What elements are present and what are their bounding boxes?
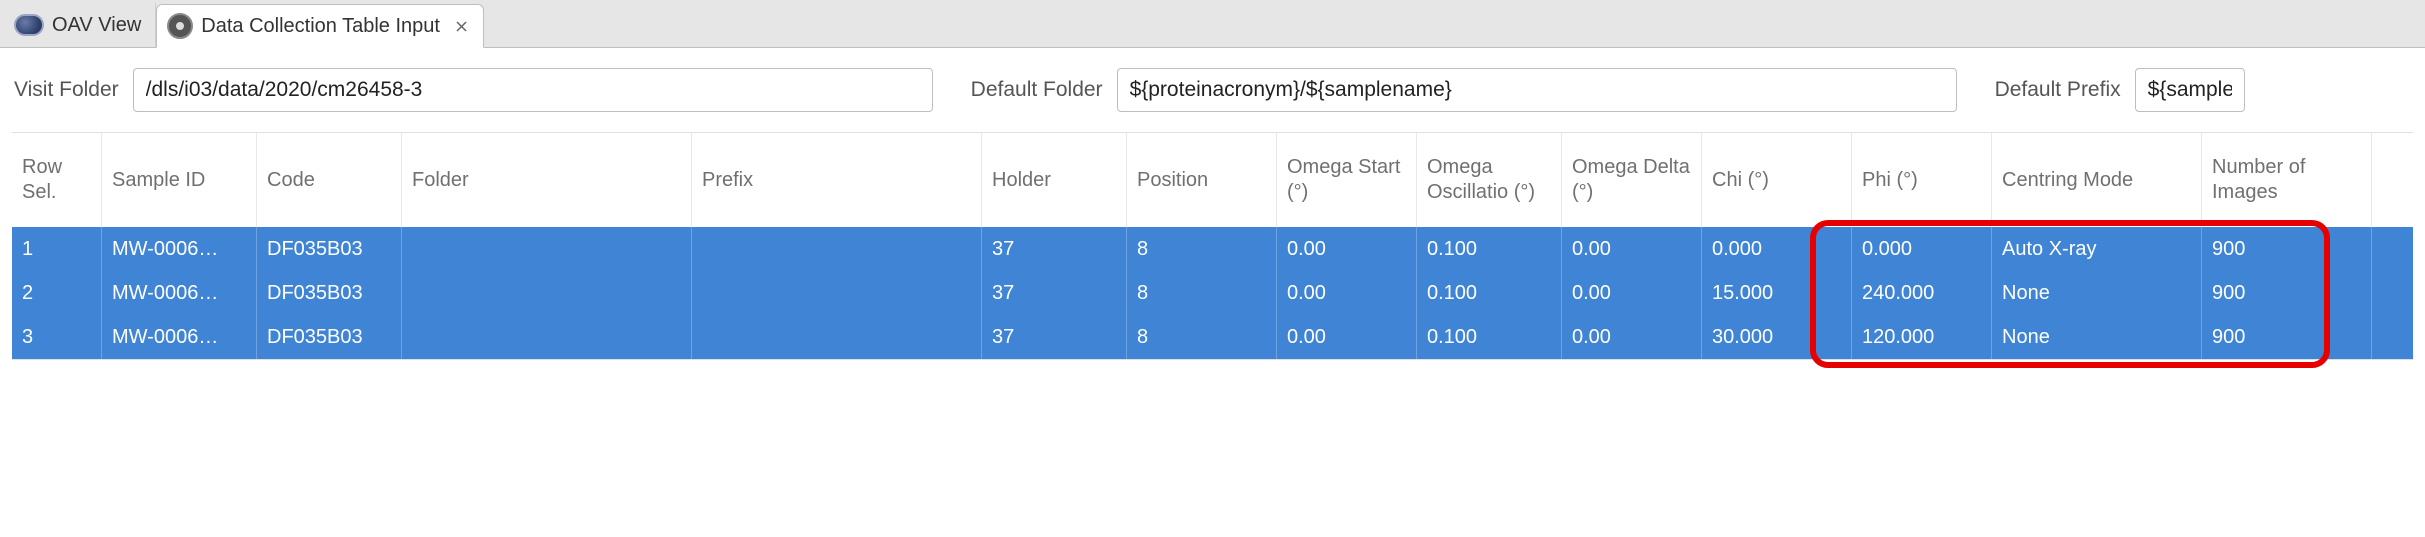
cell-holder[interactable]: 37 <box>982 315 1127 359</box>
visit-folder-input[interactable] <box>133 68 933 112</box>
default-folder-label: Default Folder <box>971 78 1103 102</box>
cell-code[interactable]: DF035B03 <box>257 271 402 315</box>
cell-row[interactable]: 3 <box>12 315 102 359</box>
cell-position[interactable]: 8 <box>1127 315 1277 359</box>
cell-omega-s[interactable]: 0.00 <box>1277 227 1417 271</box>
cell-phi[interactable]: 120.000 <box>1852 315 1992 359</box>
tab-label: Data Collection Table Input <box>201 15 440 38</box>
cell-centring[interactable]: None <box>1992 271 2202 315</box>
cell-row[interactable]: 2 <box>12 271 102 315</box>
cell-phi[interactable]: 240.000 <box>1852 271 1992 315</box>
tab-label: OAV View <box>52 14 141 37</box>
cell-code[interactable]: DF035B03 <box>257 315 402 359</box>
cell-sample-id[interactable]: MW-0006… <box>102 315 257 359</box>
cell-omega-s[interactable]: 0.00 <box>1277 271 1417 315</box>
col-omega-o[interactable]: Omega Oscillatio (°) <box>1417 133 1562 227</box>
table-row[interactable]: 2 MW-0006… DF035B03 37 8 0.00 0.100 0.00… <box>12 271 2413 315</box>
cell-omega-o[interactable]: 0.100 <box>1417 271 1562 315</box>
cell-phi[interactable]: 0.000 <box>1852 227 1992 271</box>
cell-folder[interactable] <box>402 227 692 271</box>
cell-prefix[interactable] <box>692 271 982 315</box>
cell-sample-id[interactable]: MW-0006… <box>102 271 257 315</box>
col-sample-id[interactable]: Sample ID <box>102 133 257 227</box>
tab-bar: OAV View Data Collection Table Input ⨯ <box>0 0 2425 48</box>
cell-nimages[interactable]: 900 <box>2202 227 2372 271</box>
col-omega-s[interactable]: Omega Start (°) <box>1277 133 1417 227</box>
cell-chi[interactable]: 15.000 <box>1702 271 1852 315</box>
col-phi[interactable]: Phi (°) <box>1852 133 1992 227</box>
table-row[interactable]: 3 MW-0006… DF035B03 37 8 0.00 0.100 0.00… <box>12 315 2413 359</box>
cell-sample-id[interactable]: MW-0006… <box>102 227 257 271</box>
visit-folder-label: Visit Folder <box>14 78 119 102</box>
default-prefix-label: Default Prefix <box>1995 78 2121 102</box>
cell-holder[interactable]: 37 <box>982 271 1127 315</box>
cell-omega-d[interactable]: 0.00 <box>1562 315 1702 359</box>
cell-prefix[interactable] <box>692 315 982 359</box>
col-position[interactable]: Position <box>1127 133 1277 227</box>
cell-nimages[interactable]: 900 <box>2202 315 2372 359</box>
default-folder-input[interactable] <box>1117 68 1957 112</box>
close-icon[interactable]: ⨯ <box>454 16 469 37</box>
col-folder[interactable]: Folder <box>402 133 692 227</box>
col-nimages[interactable]: Number of Images <box>2202 133 2372 227</box>
cell-prefix[interactable] <box>692 227 982 271</box>
col-row-sel[interactable]: Row Sel. <box>12 133 102 227</box>
cell-row[interactable]: 1 <box>12 227 102 271</box>
cell-centring[interactable]: None <box>1992 315 2202 359</box>
cell-position[interactable]: 8 <box>1127 271 1277 315</box>
col-omega-d[interactable]: Omega Delta (°) <box>1562 133 1702 227</box>
tab-data-collection[interactable]: Data Collection Table Input ⨯ <box>156 4 484 48</box>
cell-omega-d[interactable]: 0.00 <box>1562 271 1702 315</box>
col-holder[interactable]: Holder <box>982 133 1127 227</box>
table-header: Row Sel. Sample ID Code Folder Prefix Ho… <box>12 133 2413 227</box>
cell-nimages[interactable]: 900 <box>2202 271 2372 315</box>
cell-folder[interactable] <box>402 271 692 315</box>
table-row[interactable]: 1 MW-0006… DF035B03 37 8 0.00 0.100 0.00… <box>12 227 2413 271</box>
col-chi[interactable]: Chi (°) <box>1702 133 1852 227</box>
toolbar: Visit Folder Default Folder Default Pref… <box>0 48 2425 132</box>
disc-icon <box>167 13 193 39</box>
data-table: Row Sel. Sample ID Code Folder Prefix Ho… <box>12 132 2413 360</box>
default-prefix-input[interactable] <box>2135 68 2245 112</box>
cell-folder[interactable] <box>402 315 692 359</box>
col-prefix[interactable]: Prefix <box>692 133 982 227</box>
cell-omega-o[interactable]: 0.100 <box>1417 227 1562 271</box>
lens-icon <box>14 14 44 36</box>
cell-chi[interactable]: 0.000 <box>1702 227 1852 271</box>
cell-omega-d[interactable]: 0.00 <box>1562 227 1702 271</box>
cell-chi[interactable]: 30.000 <box>1702 315 1852 359</box>
cell-omega-s[interactable]: 0.00 <box>1277 315 1417 359</box>
cell-position[interactable]: 8 <box>1127 227 1277 271</box>
cell-code[interactable]: DF035B03 <box>257 227 402 271</box>
cell-centring[interactable]: Auto X-ray <box>1992 227 2202 271</box>
col-centring[interactable]: Centring Mode <box>1992 133 2202 227</box>
col-code[interactable]: Code <box>257 133 402 227</box>
cell-omega-o[interactable]: 0.100 <box>1417 315 1562 359</box>
tab-oav-view[interactable]: OAV View <box>4 3 156 47</box>
cell-holder[interactable]: 37 <box>982 227 1127 271</box>
